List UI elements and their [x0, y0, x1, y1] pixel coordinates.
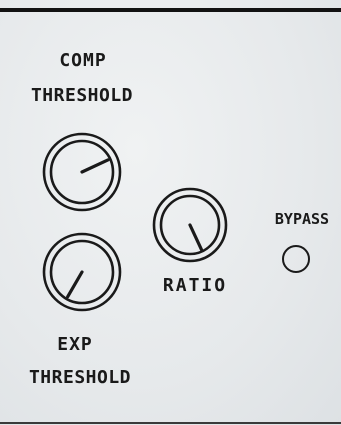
comp-threshold-label-line2: THRESHOLD — [30, 85, 134, 106]
exp-threshold-label-line1: EXP — [57, 334, 93, 355]
comp-threshold-knob[interactable] — [40, 130, 124, 214]
ratio-knob[interactable] — [150, 185, 230, 265]
ratio-label: RATIO — [162, 275, 228, 296]
top-border-line — [0, 8, 341, 12]
comp-threshold-label-line1: COMP — [59, 50, 107, 71]
bottom-border-line — [0, 422, 341, 424]
bypass-button[interactable] — [282, 245, 310, 273]
exp-threshold-label-line2: THRESHOLD — [28, 367, 132, 388]
exp-threshold-knob[interactable] — [40, 230, 124, 314]
effects-panel: COMP THRESHOLD BYPASS RATIO EXP THRESHOL… — [0, 0, 341, 425]
bypass-label: BYPASS — [274, 210, 330, 228]
